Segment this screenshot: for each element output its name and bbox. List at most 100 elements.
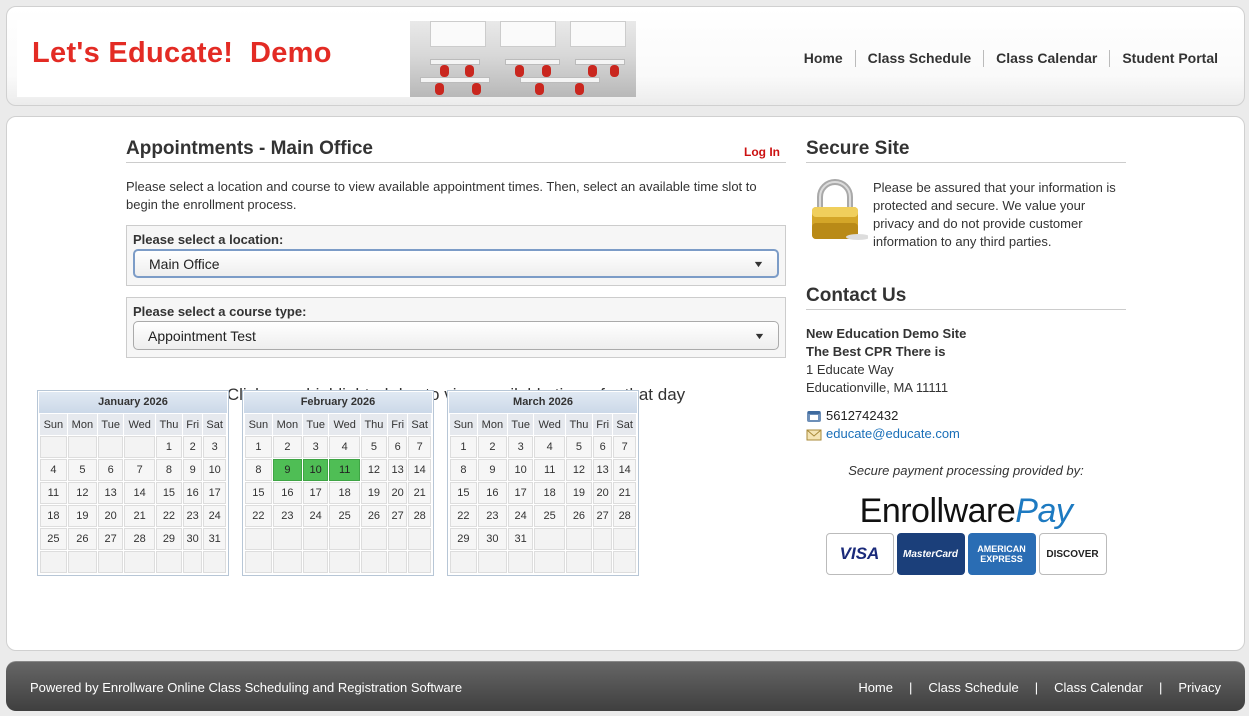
calendar-empty-cell: [303, 551, 329, 573]
calendar-empty-cell: [40, 436, 67, 458]
payment-caption: Secure payment processing provided by:: [848, 463, 1084, 478]
calendar-empty-cell: [387, 551, 408, 573]
calendar-empty-cell: [360, 528, 387, 550]
weekday-header: Fri: [592, 414, 613, 435]
weekday-header: Mon: [477, 414, 507, 435]
phone-icon: [807, 410, 821, 422]
calendar-day: 2: [272, 436, 302, 458]
calendar-day: 21: [408, 482, 431, 504]
calendar-empty-cell: [155, 551, 182, 573]
footer: Powered by Enrollware Online Class Sched…: [6, 661, 1245, 711]
calendar-day: 11: [40, 482, 67, 504]
weekday-header: Tue: [98, 414, 124, 435]
footer-privacy[interactable]: Privacy: [1178, 680, 1221, 695]
calendar-day: 1: [155, 436, 182, 458]
calendar-day: 10: [508, 459, 534, 481]
calendar-day: 19: [67, 505, 97, 527]
nav-student-portal[interactable]: Student Portal: [1109, 50, 1230, 67]
sidebar: Secure Site Please be assured that your …: [806, 138, 1126, 575]
secure-title: Secure Site: [806, 138, 1126, 163]
calendar-day: 13: [387, 459, 408, 481]
location-value: Main Office: [149, 255, 220, 272]
calendar-day: 22: [155, 505, 182, 527]
calendar-day: 14: [613, 459, 636, 481]
calendar-day-available[interactable]: 11: [329, 459, 360, 481]
calendar-day: 25: [40, 528, 67, 550]
calendar-empty-cell: [534, 528, 565, 550]
calendar-empty-cell: [592, 551, 613, 573]
calendar-day: 26: [360, 505, 387, 527]
page-title: Appointments - Main Office: [126, 138, 786, 163]
calendar-empty-cell: [40, 551, 67, 573]
calendar-day: 20: [592, 482, 613, 504]
amex-card-icon: AMERICAN EXPRESS: [967, 533, 1036, 575]
calendar-day-available[interactable]: 9: [272, 459, 302, 481]
calendar-day: 2: [182, 436, 203, 458]
footer-class-schedule[interactable]: Class Schedule: [928, 680, 1018, 695]
calendar-day: 23: [477, 505, 507, 527]
calendar-empty-cell: [245, 551, 272, 573]
weekday-header: Sun: [40, 414, 67, 435]
top-nav: Home Class Schedule Class Calendar Stude…: [792, 50, 1230, 67]
email-icon: [806, 429, 822, 440]
intro-text: Please select a location and course to v…: [126, 179, 757, 212]
calendar-day: 8: [245, 459, 272, 481]
padlock-icon: [806, 179, 873, 243]
calendar-day-available[interactable]: 10: [303, 459, 329, 481]
calendar-day: 28: [124, 528, 155, 550]
calendar-day: 16: [477, 482, 507, 504]
calendar-day: 11: [534, 459, 565, 481]
calendar-empty-cell: [450, 551, 477, 573]
calendar-day: 6: [98, 459, 124, 481]
calendar-day: 15: [245, 482, 272, 504]
calendar-day: 25: [534, 505, 565, 527]
calendar-day: 4: [329, 436, 360, 458]
calendar-day: 10: [203, 459, 226, 481]
org-tagline: The Best CPR There is: [806, 344, 946, 359]
calendar-day: 22: [450, 505, 477, 527]
calendar-day: 27: [387, 505, 408, 527]
nav-home[interactable]: Home: [792, 50, 855, 67]
calendar-empty-cell: [592, 528, 613, 550]
main-column: Appointments - Main Office Log In Please…: [126, 138, 786, 405]
weekday-header: Mon: [272, 414, 302, 435]
calendar-day: 4: [534, 436, 565, 458]
weekday-header: Sun: [450, 414, 477, 435]
weekday-header: Thu: [155, 414, 182, 435]
calendar-day: 18: [534, 482, 565, 504]
org-name: New Education Demo Site: [806, 326, 967, 341]
calendar-empty-cell: [124, 436, 155, 458]
calendar-day: 5: [565, 436, 592, 458]
calendar-empty-cell: [67, 551, 97, 573]
calendar-day: 13: [592, 459, 613, 481]
calendar-day: 9: [477, 459, 507, 481]
site-logo[interactable]: Let's Educate! Demo: [32, 37, 332, 70]
calendar-day: 3: [303, 436, 329, 458]
calendar-month-title: March 2026: [449, 392, 637, 413]
location-select[interactable]: Main Office ▼: [133, 249, 779, 278]
calendar-empty-cell: [508, 551, 534, 573]
calendar-empty-cell: [124, 551, 155, 573]
footer-class-calendar[interactable]: Class Calendar: [1054, 680, 1143, 695]
contact-title: Contact Us: [806, 285, 1126, 310]
nav-class-calendar[interactable]: Class Calendar: [983, 50, 1109, 67]
location-label: Please select a location:: [133, 232, 284, 247]
calendar-day: 5: [360, 436, 387, 458]
course-label: Please select a course type:: [133, 304, 307, 319]
header: Let's Educate! Demo Home Class Schedule …: [6, 6, 1245, 106]
nav-class-schedule[interactable]: Class Schedule: [854, 50, 984, 67]
chevron-down-icon: ▼: [753, 330, 766, 341]
enrollware-pay-logo: EnrollwarePay: [859, 492, 1073, 530]
calendar-day: 2: [477, 436, 507, 458]
chevron-down-icon: ▼: [752, 258, 765, 269]
course-select[interactable]: Appointment Test ▼: [133, 321, 779, 350]
calendar-empty-cell: [477, 551, 507, 573]
calendar-day: 3: [203, 436, 226, 458]
email-link[interactable]: educate@educate.com: [826, 425, 960, 443]
weekday-header: Wed: [534, 414, 565, 435]
calendar-day: 12: [565, 459, 592, 481]
calendar-day: 6: [387, 436, 408, 458]
powered-by-link[interactable]: Powered by Enrollware Online Class Sched…: [30, 680, 462, 695]
footer-home[interactable]: Home: [858, 680, 893, 695]
login-link[interactable]: Log In: [744, 145, 780, 159]
